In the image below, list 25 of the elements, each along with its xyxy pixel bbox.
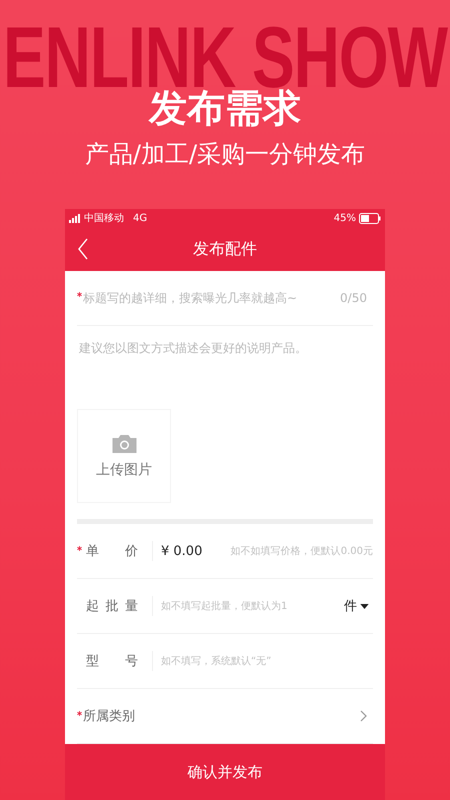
input-field[interactable]: 如不填写起批量，便默认为1 bbox=[161, 599, 344, 613]
signal-icon bbox=[69, 214, 81, 222]
character-counter: 0/50 bbox=[340, 291, 367, 305]
field-value[interactable]: ¥ 0.00 bbox=[161, 544, 202, 558]
chevron-icon[interactable] bbox=[360, 710, 367, 722]
battery-icon bbox=[359, 212, 381, 224]
upload-image-button[interactable]: 上传图片 bbox=[77, 409, 171, 503]
field-label: 单价 bbox=[86, 543, 138, 560]
submit-button[interactable]: 确认并发布 bbox=[65, 744, 385, 800]
input-field[interactable]: 如不填写，系统默认“无” bbox=[161, 654, 373, 668]
camera-icon bbox=[112, 434, 136, 452]
carrier-name: 中国移动 bbox=[84, 212, 124, 225]
description-field[interactable]: 建议您以图文方式描述会更好的说明产品。 bbox=[79, 340, 371, 357]
network-type: 4G bbox=[133, 212, 148, 224]
battery-percent: 45% bbox=[334, 212, 356, 224]
field-label: 起批量 bbox=[86, 598, 138, 615]
page-title: 发布配件 bbox=[192, 238, 258, 260]
field-label: 型号 bbox=[86, 653, 138, 670]
subheadline: 产品/加工/采购一分钟发布 bbox=[84, 140, 366, 169]
caret-icon bbox=[360, 604, 369, 608]
title-field[interactable]: 标题写的越详细，搜索曝光几率就越高~ bbox=[83, 290, 340, 306]
field-label: 所属类别 bbox=[83, 708, 135, 725]
unit-dropdown[interactable]: 件 bbox=[344, 597, 369, 615]
back-icon[interactable] bbox=[77, 238, 89, 260]
input-field[interactable]: 如不如填写价格，便默认0.00元 bbox=[224, 544, 373, 558]
